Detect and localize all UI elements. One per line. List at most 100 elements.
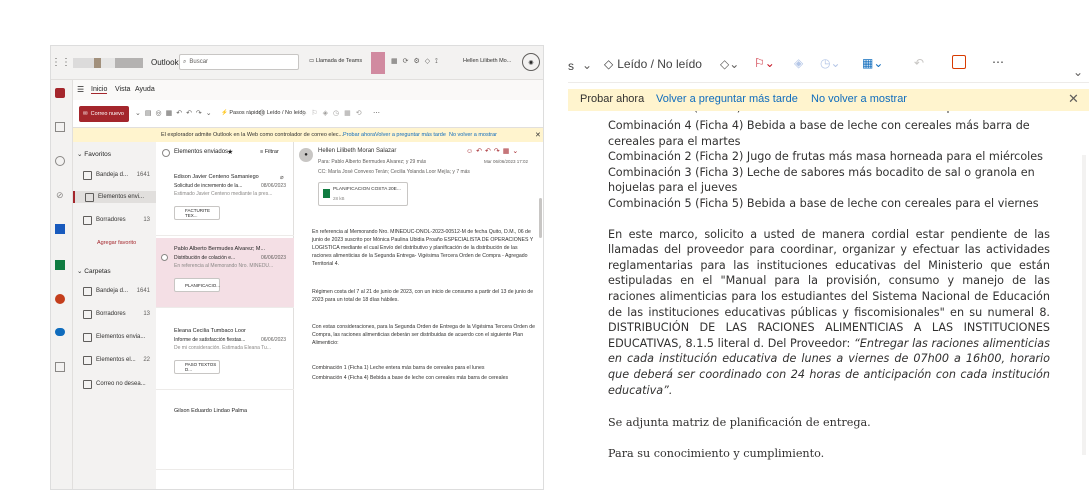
message-date: 08/06/2023 (260, 183, 286, 189)
teams-call-label: Llamada de Teams (315, 58, 363, 64)
app-name[interactable]: Outlook (151, 58, 179, 67)
teams-call-button[interactable]: ▭ Llamada de Teams (309, 58, 362, 64)
people-app-icon[interactable] (55, 156, 65, 166)
scrollbar[interactable] (1082, 155, 1086, 455)
notice-try-link[interactable]: Probar ahora (580, 93, 644, 105)
word-app-icon[interactable] (55, 224, 65, 234)
folder-label: Bandeja d... (96, 288, 129, 294)
notice-never-link[interactable]: No volver a mostrar (811, 93, 907, 105)
read-unread-label: Leído / No leído (617, 57, 702, 71)
message-body: Combinación 4 (Ficha 4) Bebida a base de… (608, 118, 1050, 461)
mail-app-icon[interactable] (55, 88, 65, 98)
attachment-name: PLANIFICACION COSTA 20E... (333, 187, 401, 192)
onedrive-app-icon[interactable] (55, 328, 65, 336)
ribbon-tabs: ☰ Inicio Vista Ayuda (73, 80, 543, 100)
sent-icon (85, 192, 94, 202)
read-unread-button[interactable]: ◯ Leído / No leído (259, 110, 306, 116)
undo-icon[interactable]: ↶ (914, 56, 924, 70)
folder-item[interactable]: Bandeja d... 1641 (73, 285, 156, 297)
favorite-star-icon[interactable]: ★ (227, 148, 233, 156)
notice-try-link[interactable]: Probar ahora (343, 132, 375, 138)
sender-avatar[interactable]: ● (299, 148, 313, 162)
tab-inicio[interactable]: Inicio (91, 86, 108, 94)
more-options-icon[interactable]: ⋯ (992, 55, 1004, 69)
attachment-icon: ⌀ (280, 175, 284, 181)
top-bar: ⋮⋮ Outlook ⌕ Buscar ▭ Llamada de Teams ▦… (51, 46, 543, 80)
select-all-checkbox[interactable] (162, 149, 170, 157)
notice-never-link[interactable]: No volver a mostrar (449, 132, 497, 138)
search-box[interactable]: ⌕ Buscar (179, 54, 299, 70)
app-launcher-icon[interactable]: ⋮⋮ (51, 56, 71, 68)
pin-icon[interactable]: ◈ (794, 56, 803, 70)
attachment-note: Se adjunta matriz de planificación de en… (608, 416, 871, 430)
highlighted-app-icon[interactable] (371, 52, 385, 74)
list-item[interactable]: Edison Javier Centeno Samaniego Solicitu… (156, 166, 294, 236)
message-attachment[interactable]: PASO TEXTOS D... (174, 360, 220, 374)
user-name[interactable]: Hellen Lilibeth Mo... (463, 58, 511, 64)
tab-ayuda[interactable]: Ayuda (135, 86, 155, 93)
recipients-cc: CC: María José Convexo Terán; Cecilia Yo… (318, 169, 470, 175)
select-checkbox[interactable] (161, 254, 168, 261)
browser-notice-bar: El explorador admite Outlook en la Web c… (73, 128, 543, 142)
message-list: Elementos enviados ★ ≡ Filtrar Edison Ja… (156, 142, 294, 489)
folders-header[interactable]: ⌄ Carpetas (77, 267, 111, 275)
message-from: Edison Javier Centeno Samaniego (174, 174, 259, 180)
message-attachment[interactable]: PLANIFICACIO... (174, 278, 220, 292)
folder-item[interactable]: Borradores 13 (73, 214, 156, 226)
message-attachment[interactable]: FACTURITE TEX... (174, 206, 220, 220)
scrollbar[interactable] (539, 198, 542, 238)
message-from: Pablo Alberto Bermudes Alvarez; M... (174, 246, 266, 252)
attachment-card[interactable]: PLANIFICACION COSTA 20E... 28 kB (318, 182, 408, 206)
notice-ask-link[interactable]: Volver a preguntar más tarde (656, 93, 798, 105)
read-unread-button[interactable]: ◇ Leído / No leído (604, 57, 702, 71)
powerpoint-app-icon[interactable] (55, 294, 65, 304)
body-paragraph: Régimen costa del 7 al 21 de junio de 20… (312, 289, 534, 303)
new-mail-button[interactable]: ✉ Correo nuevo (79, 106, 129, 122)
avatar[interactable]: ◉ (522, 53, 540, 71)
combination-line: Combinación 5 (Ficha 5) Bebida a base de… (608, 196, 1039, 210)
folder-item[interactable]: Bandeja d... 1641 (73, 169, 156, 181)
more-options-icon[interactable]: ⋯ (373, 109, 380, 117)
reply-actions[interactable]: ☺↶↶↷▦⌄ (466, 147, 521, 155)
add-favorite-link[interactable]: Agregar favorito (97, 240, 136, 246)
message-subject: Distribución de colación e... (174, 255, 236, 261)
quick-steps-button[interactable]: ⚡ Pasos rápidos (221, 110, 264, 116)
body-paragraph: Combinación 4 (Ficha 4) Bebida a base de… (312, 375, 509, 381)
folder-item[interactable]: Borradores 13 (73, 308, 156, 320)
new-mail-label: Correo nuevo (90, 111, 124, 117)
calendar-app-icon[interactable] (55, 122, 65, 132)
filter-button[interactable]: ≡ Filtrar (260, 149, 279, 155)
notice-ask-link[interactable]: Volver a preguntar más tarde (375, 132, 446, 138)
filter-label: Filtrar (264, 149, 279, 155)
folder-count: 13 (143, 217, 150, 223)
snooze-icon[interactable]: ◷⌄ (820, 56, 841, 70)
excel-app-icon[interactable] (55, 260, 65, 270)
read-unread-label: Leído / No leído (266, 110, 306, 116)
folder-item[interactable]: Correo no desea... (73, 378, 156, 390)
favorites-header[interactable]: ⌄ Favoritos (77, 150, 111, 158)
folder-item[interactable]: Elementos el... 22 (73, 354, 156, 366)
more-apps-icon[interactable] (55, 362, 65, 372)
attach-app-icon[interactable]: ⊘ (56, 190, 64, 201)
ribbon-collapse-icon[interactable]: ⌄ (1073, 65, 1083, 79)
folder-label: Borradores (96, 311, 126, 317)
rules-icon[interactable]: ▦⌄ (862, 56, 883, 70)
outlook-window: ⋮⋮ Outlook ⌕ Buscar ▭ Llamada de Teams ▦… (50, 45, 544, 490)
folder-item[interactable]: Elementos envia... (73, 331, 156, 343)
tag-icon[interactable]: ◇⌄ (720, 57, 739, 71)
list-item-selected[interactable]: Pablo Alberto Bermudes Alvarez; M... Dis… (156, 238, 294, 308)
notice-close-icon[interactable]: ✕ (535, 131, 541, 139)
flag-icon[interactable]: ⚐⌄ (754, 56, 775, 70)
main-paragraph: En este marco, solicito a usted de maner… (608, 227, 1050, 399)
notice-close-icon[interactable]: ✕ (1068, 91, 1079, 107)
folders-label: Carpetas (84, 268, 111, 275)
list-item[interactable]: Gilson Eduardo Lindao Palma (156, 400, 294, 470)
apps-icon[interactable] (952, 55, 966, 69)
tab-vista[interactable]: Vista (115, 86, 130, 93)
list-header-title: Elementos enviados (174, 149, 229, 155)
chevron-down-icon[interactable]: ⌄ (582, 58, 592, 72)
menu-icon[interactable]: ☰ (77, 85, 84, 94)
list-item[interactable]: Eleana Cecilia Tumbaco Loor Informe de s… (156, 320, 294, 390)
message-from: Eleana Cecilia Tumbaco Loor (174, 328, 246, 334)
folder-item-selected[interactable]: Elementos envi... (73, 191, 156, 203)
